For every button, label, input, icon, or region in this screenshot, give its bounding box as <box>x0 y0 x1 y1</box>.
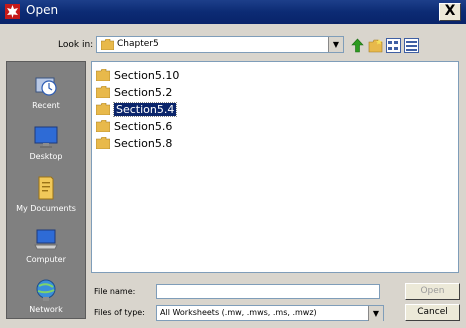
computer-icon <box>34 229 58 250</box>
file-name: Section5.4 <box>112 101 178 117</box>
folder-icon <box>96 103 110 115</box>
look-in-label: Look in: <box>58 40 94 50</box>
file-name-label: File name: <box>94 287 136 296</box>
place-my-documents[interactable]: My Documents <box>7 175 85 213</box>
open-button[interactable]: Open <box>405 283 460 300</box>
cancel-button[interactable]: Cancel <box>405 304 460 321</box>
place-computer[interactable]: Computer <box>7 228 85 264</box>
window-title: Open <box>26 3 59 17</box>
recent-icon <box>35 77 57 96</box>
list-view-icon[interactable] <box>386 37 401 53</box>
list-item[interactable]: Section5.10 <box>96 67 179 83</box>
details-view-icon[interactable] <box>404 37 419 53</box>
look-in-value: Chapter5 <box>117 39 159 49</box>
file-name: Section5.10 <box>114 68 180 82</box>
file-name: Section5.2 <box>114 85 173 99</box>
place-label: Computer <box>26 255 66 264</box>
close-button[interactable]: X <box>439 3 461 21</box>
file-type-combo[interactable]: All Worksheets (.mw, .mws, .ms, .mwz) ▼ <box>156 305 384 321</box>
folder-icon <box>96 120 110 132</box>
list-item-selected[interactable]: Section5.4 <box>96 101 178 117</box>
new-folder-icon[interactable] <box>368 38 383 53</box>
desktop-icon <box>34 126 58 148</box>
file-name: Section5.6 <box>114 119 173 133</box>
folder-icon <box>101 39 114 50</box>
file-name-field[interactable] <box>156 284 380 299</box>
place-network[interactable]: Network <box>7 278 85 314</box>
up-folder-icon[interactable] <box>350 38 365 53</box>
open-dialog: Open X Look in: Chapter5 ▼ Recent Deskto… <box>0 0 466 328</box>
my-documents-icon <box>38 176 54 200</box>
list-item[interactable]: Section5.6 <box>96 118 172 134</box>
place-label: Network <box>29 305 63 314</box>
toolbar <box>350 36 419 54</box>
folder-icon <box>96 69 110 81</box>
chevron-down-icon[interactable]: ▼ <box>328 37 343 52</box>
list-item[interactable]: Section5.8 <box>96 135 172 151</box>
list-item[interactable]: Section5.2 <box>96 84 172 100</box>
place-label: Recent <box>32 101 60 110</box>
file-type-value: All Worksheets (.mw, .mws, .ms, .mwz) <box>160 308 317 317</box>
file-type-label: Files of type: <box>94 308 145 317</box>
place-label: Desktop <box>29 152 63 161</box>
place-recent[interactable]: Recent <box>7 74 85 110</box>
place-label: My Documents <box>16 204 76 213</box>
place-desktop[interactable]: Desktop <box>7 125 85 161</box>
title-bar[interactable]: Open X <box>0 0 466 24</box>
file-name: Section5.8 <box>114 136 173 150</box>
folder-icon <box>96 86 110 98</box>
maple-app-icon <box>5 4 20 19</box>
places-bar: Recent Desktop My Documents Computer Net… <box>6 61 86 319</box>
folder-icon <box>96 137 110 149</box>
chevron-down-icon[interactable]: ▼ <box>368 306 383 321</box>
look-in-combo[interactable]: Chapter5 ▼ <box>96 36 344 53</box>
file-list[interactable]: Section5.10 Section5.2 Section5.4 Sectio… <box>91 61 459 273</box>
network-icon <box>36 279 56 301</box>
